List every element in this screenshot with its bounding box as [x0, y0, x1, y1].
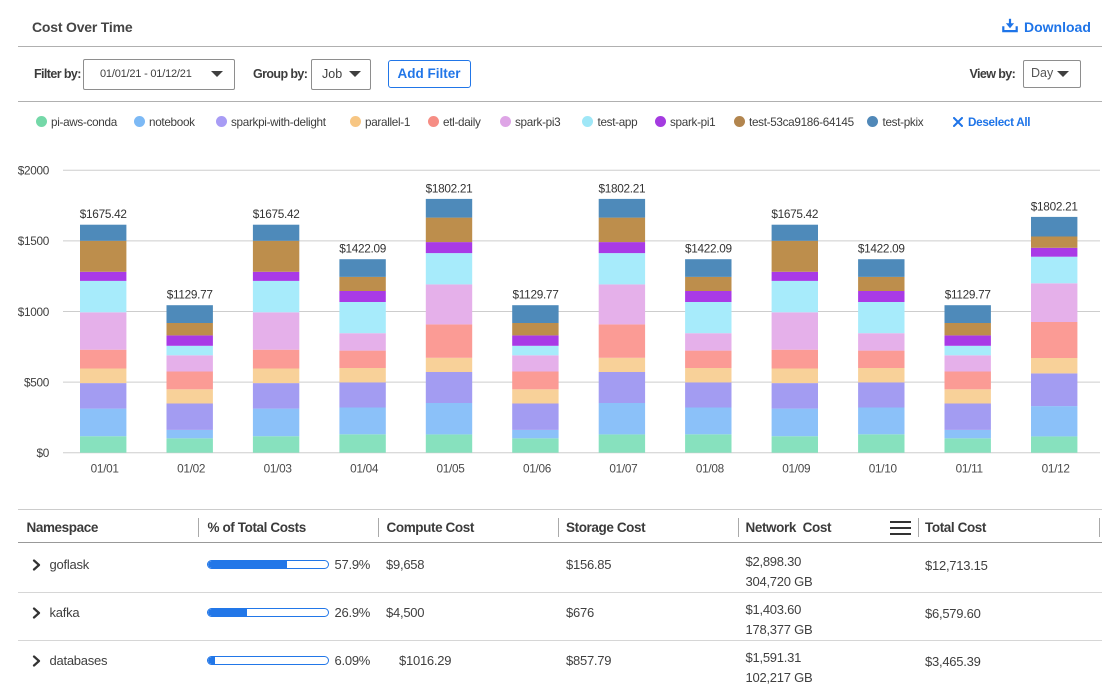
svg-text:01/04: 01/04 [350, 462, 379, 476]
svg-text:$1129.77: $1129.77 [167, 288, 213, 302]
svg-text:$1675.42: $1675.42 [80, 207, 127, 221]
svg-text:01/05: 01/05 [436, 462, 465, 476]
svg-text:$1422.09: $1422.09 [339, 242, 386, 256]
svg-text:$1422.09: $1422.09 [685, 242, 732, 256]
svg-text:$2000: $2000 [18, 164, 50, 178]
svg-text:01/10: 01/10 [869, 462, 898, 476]
svg-text:01/09: 01/09 [782, 462, 810, 476]
svg-text:01/08: 01/08 [696, 462, 725, 476]
svg-text:$1675.42: $1675.42 [771, 207, 818, 221]
svg-text:$1802.21: $1802.21 [1031, 199, 1078, 213]
svg-text:$1802.21: $1802.21 [598, 181, 645, 195]
svg-text:01/12: 01/12 [1042, 462, 1070, 476]
svg-text:$1000: $1000 [18, 305, 50, 319]
svg-text:01/03: 01/03 [264, 462, 293, 476]
svg-text:01/11: 01/11 [956, 462, 983, 476]
svg-text:01/02: 01/02 [177, 462, 205, 476]
svg-text:$1129.77: $1129.77 [513, 288, 559, 302]
svg-text:$0: $0 [36, 446, 49, 460]
svg-text:$500: $500 [24, 375, 50, 389]
svg-text:$1675.42: $1675.42 [253, 207, 300, 221]
svg-text:01/01: 01/01 [91, 462, 119, 476]
svg-text:01/06: 01/06 [523, 462, 552, 476]
svg-text:$1129.77: $1129.77 [945, 288, 991, 302]
svg-text:$1422.09: $1422.09 [858, 242, 905, 256]
svg-text:01/07: 01/07 [609, 462, 637, 476]
svg-text:$1500: $1500 [18, 234, 50, 248]
svg-text:$1802.21: $1802.21 [426, 181, 473, 195]
